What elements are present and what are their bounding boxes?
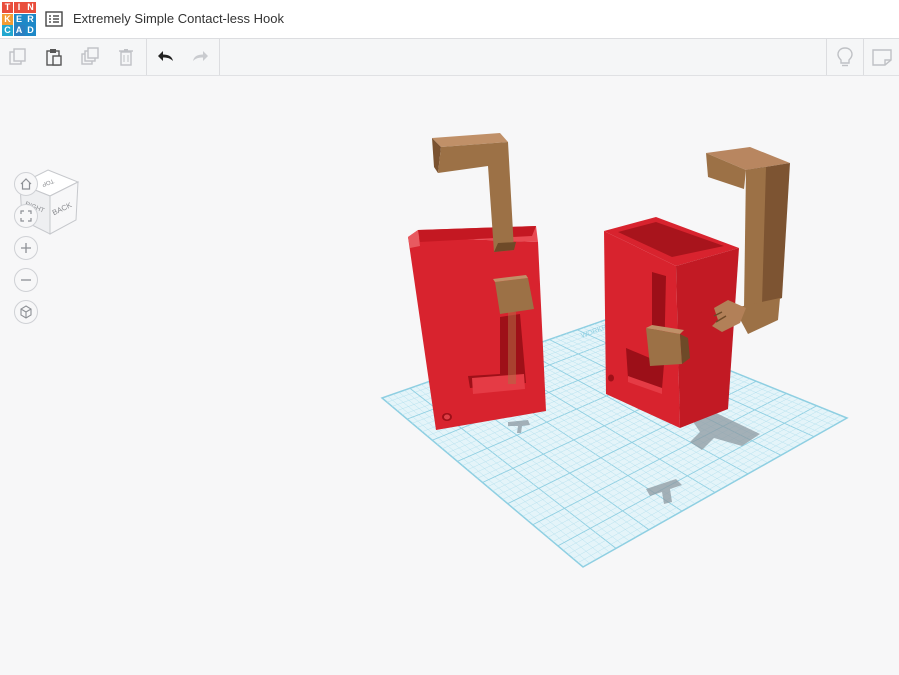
logo-letter: A bbox=[13, 25, 25, 36]
logo-letter: E bbox=[13, 13, 25, 25]
redo-icon[interactable] bbox=[183, 39, 219, 75]
undo-icon[interactable] bbox=[147, 39, 183, 75]
document-title[interactable]: Extremely Simple Contact-less Hook bbox=[73, 11, 284, 26]
logo-letter: N bbox=[25, 2, 36, 13]
3d-scene: WORKPLANE bbox=[380, 133, 849, 568]
copy-icon[interactable] bbox=[0, 39, 36, 75]
logo-letter: C bbox=[2, 25, 13, 36]
design-menu-icon[interactable] bbox=[45, 11, 63, 27]
3d-viewport[interactable]: TOP RIGHT BACK WORKPLANE bbox=[0, 76, 899, 675]
duplicate-icon[interactable] bbox=[72, 39, 108, 75]
delete-icon[interactable] bbox=[108, 39, 144, 75]
tinkercad-logo[interactable]: T I N K E R C A D bbox=[2, 2, 36, 36]
paste-icon[interactable] bbox=[36, 39, 72, 75]
toolbar-divider bbox=[219, 39, 220, 75]
logo-letter: D bbox=[25, 25, 36, 36]
notes-icon[interactable] bbox=[864, 39, 899, 75]
logo-letter: R bbox=[25, 13, 36, 25]
logo-letter: I bbox=[13, 2, 25, 13]
title-bar: T I N K E R C A D Extremely Simple Conta… bbox=[0, 0, 899, 39]
lightbulb-icon[interactable] bbox=[827, 39, 863, 75]
logo-letter: T bbox=[2, 2, 13, 13]
logo-letter: K bbox=[2, 13, 13, 25]
edit-toolbar bbox=[0, 39, 899, 76]
